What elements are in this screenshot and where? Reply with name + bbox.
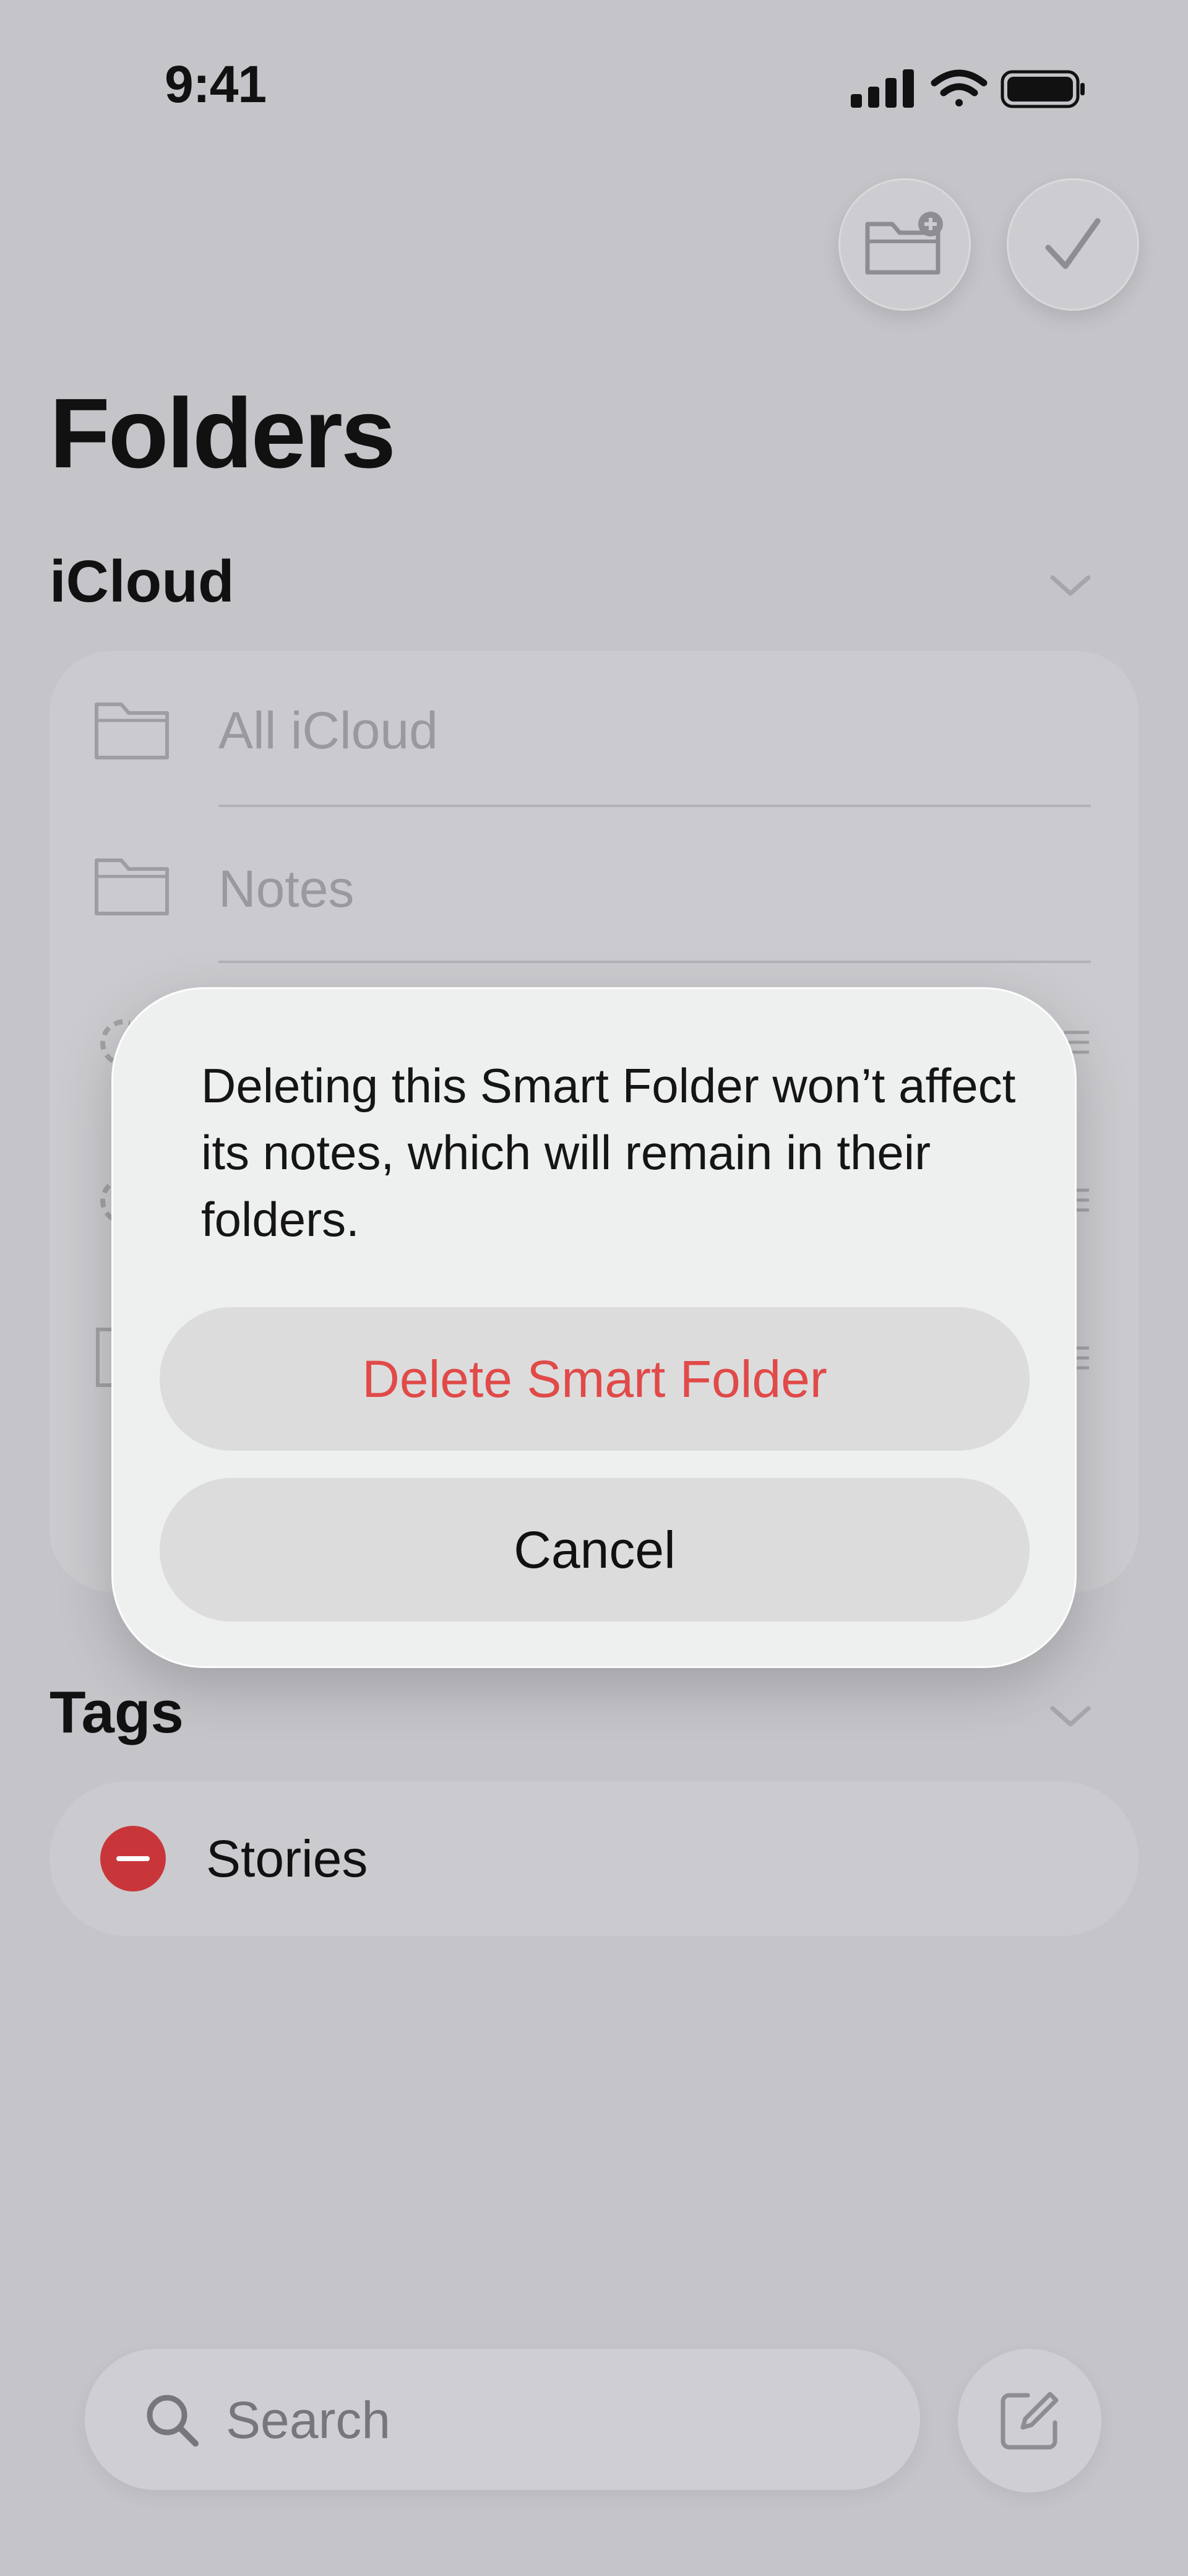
status-time: 9:41 [165, 55, 267, 113]
page-title: Folders [50, 378, 396, 488]
status-icons [851, 69, 1085, 108]
compose-button[interactable] [958, 2349, 1101, 2492]
search-field[interactable] [85, 2349, 920, 2490]
done-button[interactable] [1007, 178, 1139, 311]
new-folder-button[interactable] [838, 178, 971, 311]
row-separator [218, 805, 1091, 807]
new-folder-icon [865, 212, 943, 275]
tag-label: Stories [206, 1830, 368, 1888]
folder-row-notes[interactable]: Notes [50, 811, 1138, 966]
signal-icon [851, 69, 914, 108]
search-placeholder: Search [226, 2391, 391, 2449]
folder-label: All iCloud [218, 701, 438, 759]
folder-icon [95, 858, 169, 915]
minus-icon[interactable] [100, 1826, 166, 1891]
checkmark-icon [1045, 218, 1101, 269]
row-separator [218, 961, 1091, 963]
chevron-down-icon[interactable] [1049, 573, 1092, 597]
chevron-down-icon[interactable] [1049, 1703, 1092, 1728]
folder-label: Notes [218, 860, 355, 918]
compose-icon [1001, 2392, 1059, 2450]
wifi-icon [931, 69, 988, 106]
folder-row-all-icloud[interactable]: All iCloud [50, 656, 1138, 811]
search-icon [147, 2395, 199, 2447]
battery-icon [1001, 70, 1085, 108]
section-title-icloud: iCloud [50, 548, 235, 615]
dialog-message: Deleting this Smart Folder won’t affect … [201, 1058, 1016, 1247]
folder-icon [95, 702, 169, 759]
cancel-button[interactable]: Cancel [160, 1478, 1030, 1622]
delete-smart-folder-button[interactable]: Delete Smart Folder [160, 1307, 1030, 1451]
section-title-tags: Tags [50, 1679, 184, 1745]
